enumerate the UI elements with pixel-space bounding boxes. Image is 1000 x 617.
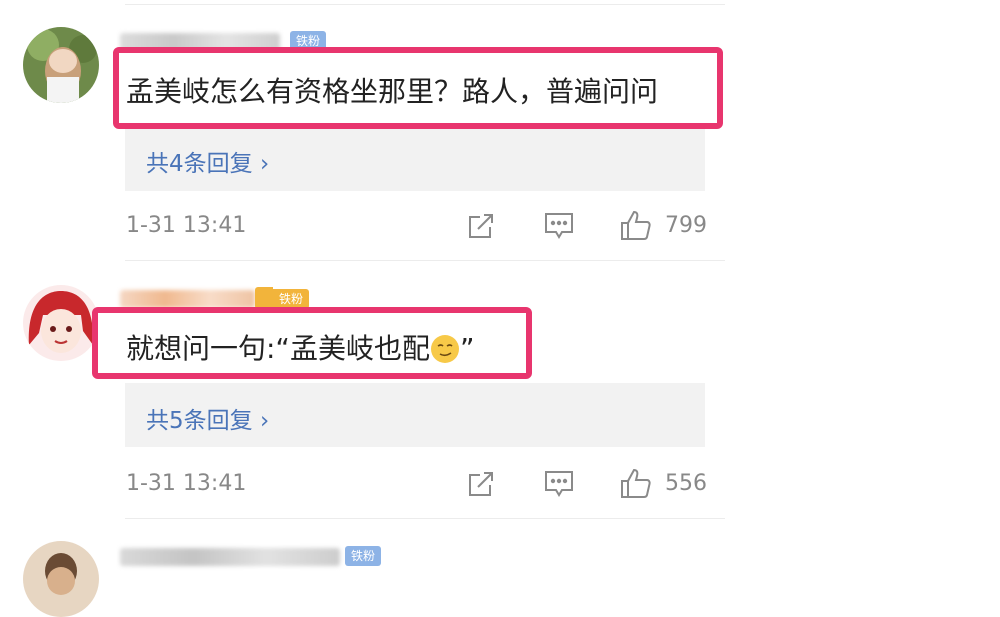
- comment-text-main: 就想问一句:“孟美岐也配: [126, 332, 430, 365]
- comment-divider: [125, 518, 725, 519]
- fan-badge: 铁粉: [273, 289, 310, 309]
- fan-crown-icon: [255, 287, 273, 309]
- username-blurred: [120, 548, 340, 566]
- share-icon[interactable]: [466, 211, 496, 245]
- avatar[interactable]: [23, 285, 99, 361]
- username-blurred: [120, 290, 255, 308]
- comment-text-end: ”: [459, 332, 475, 365]
- comment-time: 1-31 13:41: [126, 471, 247, 496]
- comment-icon[interactable]: [543, 469, 575, 503]
- like-count: 556: [665, 471, 707, 496]
- view-replies-link[interactable]: 共4条回复 ›: [146, 144, 269, 178]
- like-count: 799: [665, 213, 707, 238]
- view-replies-link[interactable]: 共5条回复 ›: [146, 401, 269, 435]
- avatar[interactable]: [23, 27, 99, 103]
- comment-text: 孟美岐怎么有资格坐那里？路人，普遍问问: [126, 75, 659, 108]
- avatar[interactable]: [23, 541, 99, 617]
- comment-time: 1-31 13:41: [126, 213, 247, 238]
- comment-divider: [125, 260, 725, 261]
- like-icon[interactable]: [619, 466, 653, 504]
- like-icon[interactable]: [619, 208, 653, 246]
- comment-icon[interactable]: [543, 211, 575, 245]
- share-icon[interactable]: [466, 469, 496, 503]
- smirk-emoji-icon: [430, 335, 459, 363]
- comment-text: 就想问一句:“孟美岐也配 ”: [126, 327, 474, 367]
- top-divider: [125, 4, 725, 5]
- fan-badge: 铁粉: [345, 546, 382, 566]
